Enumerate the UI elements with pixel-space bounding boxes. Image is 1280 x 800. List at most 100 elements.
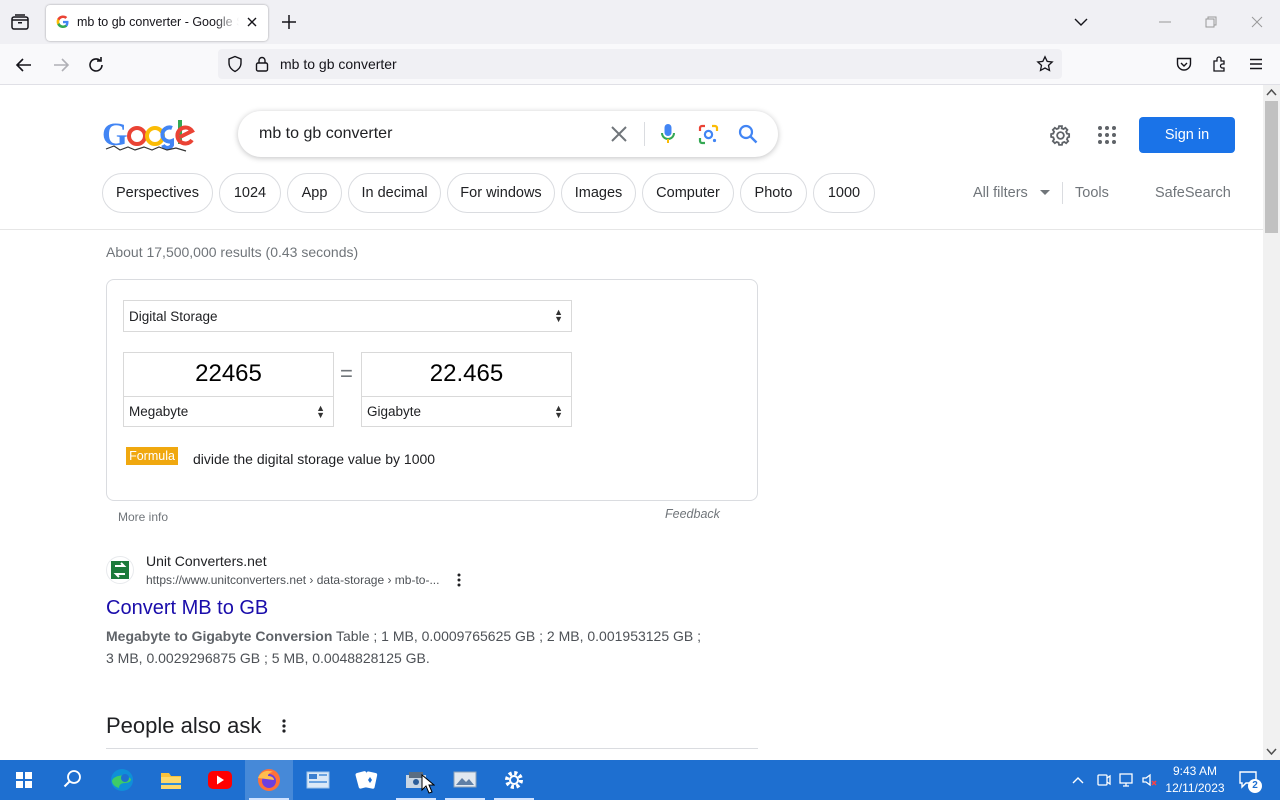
restore-window-icon[interactable]	[1203, 14, 1219, 30]
shield-icon[interactable]	[226, 55, 244, 73]
from-value-input[interactable]: 22465	[123, 352, 334, 396]
result-site-name[interactable]: Unit Converters.net	[146, 553, 267, 569]
windows-start-icon[interactable]	[0, 760, 48, 800]
scroll-down-arrow-icon[interactable]	[1266, 748, 1277, 756]
taskbar-clock[interactable]: 9:43 AM 12/11/2023	[1160, 763, 1230, 797]
equals-sign: =	[340, 361, 353, 386]
search-input[interactable]: mb to gb converter	[259, 125, 392, 143]
safesearch-button[interactable]: SafeSearch	[1155, 185, 1231, 201]
meet-now-icon[interactable]	[1096, 772, 1112, 788]
sign-in-button[interactable]: Sign in	[1139, 117, 1235, 153]
file-explorer-icon[interactable]	[147, 760, 195, 800]
list-tabs-chevron-down-icon[interactable]	[1073, 14, 1089, 30]
clock-time: 9:43 AM	[1172, 764, 1218, 778]
people-also-ask-menu-dots-icon[interactable]	[280, 718, 288, 734]
menu-icon[interactable]	[1247, 55, 1265, 73]
close-window-icon[interactable]	[1249, 14, 1265, 30]
settings-gear-icon[interactable]	[1049, 124, 1072, 147]
chip-in-decimal[interactable]: In decimal	[348, 173, 441, 213]
new-tab-icon[interactable]	[280, 13, 298, 31]
select-arrows-icon: ▲ ▼	[554, 403, 563, 420]
scrollbar-thumb[interactable]	[1265, 101, 1278, 233]
more-info-link[interactable]: More info	[118, 510, 168, 524]
page-scrollbar[interactable]	[1263, 85, 1280, 760]
tools-button[interactable]: Tools	[1075, 185, 1109, 201]
more-options-vertical-dots-icon[interactable]	[455, 573, 463, 587]
formula-text: divide the digital storage value by 1000	[193, 451, 436, 467]
youtube-icon[interactable]	[196, 760, 244, 800]
edge-browser-icon[interactable]	[98, 760, 146, 800]
from-unit-value: Megabyte	[129, 404, 189, 419]
to-unit-select[interactable]: Gigabyte ▲ ▼	[361, 396, 572, 427]
volume-muted-icon[interactable]	[1141, 772, 1159, 788]
all-filters-label: All filters	[973, 185, 1028, 201]
chip-for-windows[interactable]: For windows	[447, 173, 555, 213]
category-select-value: Digital Storage	[129, 309, 218, 324]
back-arrow-icon[interactable]	[14, 55, 34, 75]
all-filters-button[interactable]: All filters	[973, 185, 1050, 201]
system-image-icon[interactable]	[441, 760, 489, 800]
firefox-icon[interactable]	[245, 760, 293, 800]
result-site-url[interactable]: https://www.unitconverters.net › data-st…	[146, 573, 439, 587]
browser-nav-bar: mb to gb converter	[0, 44, 1280, 85]
svg-text:G: G	[102, 117, 128, 153]
clock-date: 12/11/2023	[1165, 781, 1225, 795]
minimize-window-icon[interactable]	[1157, 14, 1173, 30]
voice-search-mic-icon[interactable]	[660, 123, 676, 145]
category-select[interactable]: Digital Storage ▲ ▼	[123, 300, 572, 332]
people-also-ask-heading: People also ask	[106, 713, 262, 738]
url-text[interactable]: mb to gb converter	[280, 56, 397, 72]
windows-taskbar: 9:43 AM 12/11/2023 2	[0, 760, 1280, 800]
control-panel-icon[interactable]	[294, 760, 342, 800]
chip-1024[interactable]: 1024	[219, 173, 281, 213]
pocket-icon[interactable]	[1175, 55, 1193, 73]
bookmark-star-icon[interactable]	[1036, 55, 1054, 73]
chip-perspectives[interactable]: Perspectives	[102, 173, 213, 213]
browser-tab[interactable]: mb to gb converter - Google Search	[46, 5, 268, 41]
select-arrows-icon: ▲ ▼	[316, 403, 325, 420]
search-box[interactable]: mb to gb converter	[238, 111, 778, 157]
show-hidden-icons-chevron-up-icon[interactable]	[1071, 773, 1085, 787]
chip-1000[interactable]: 1000	[813, 173, 875, 213]
from-unit-select[interactable]: Megabyte ▲ ▼	[123, 396, 334, 427]
header-divider	[0, 229, 1263, 230]
to-unit-value: Gigabyte	[367, 404, 422, 419]
select-arrows-icon: ▲ ▼	[554, 307, 563, 324]
chip-computer[interactable]: Computer	[642, 173, 734, 213]
search-magnifier-icon[interactable]	[738, 124, 758, 144]
browser-tab-bar: mb to gb converter - Google Search	[0, 0, 1280, 44]
address-bar[interactable]: mb to gb converter	[218, 49, 1062, 79]
google-lens-icon[interactable]	[698, 124, 719, 145]
search-icon[interactable]	[48, 760, 96, 800]
result-stats: About 17,500,000 results (0.43 seconds)	[106, 244, 359, 260]
chip-app[interactable]: App	[287, 173, 342, 213]
formula-badge: Formula	[126, 447, 178, 465]
mouse-cursor-icon	[421, 774, 435, 794]
clear-search-icon[interactable]	[610, 125, 628, 143]
result-title-link[interactable]: Convert MB to GB	[106, 597, 268, 620]
forward-arrow-icon[interactable]	[51, 55, 71, 75]
caret-down-icon	[1039, 190, 1050, 196]
extensions-icon[interactable]	[1211, 55, 1229, 73]
people-also-ask-divider	[106, 748, 758, 749]
tools-divider	[1062, 182, 1063, 204]
snippet-bold: Megabyte to Gigabyte Conversion	[106, 628, 333, 644]
result-snippet: Megabyte to Gigabyte Conversion Table ; …	[106, 625, 706, 669]
chip-photo[interactable]: Photo	[740, 173, 807, 213]
search-box-divider	[644, 122, 645, 146]
close-tab-icon[interactable]	[244, 14, 260, 30]
feedback-link[interactable]: Feedback	[665, 507, 720, 521]
network-icon[interactable]	[1118, 772, 1136, 788]
solitaire-cards-icon[interactable]	[343, 760, 391, 800]
google-apps-grid-icon[interactable]	[1097, 125, 1117, 145]
lock-icon[interactable]	[254, 55, 270, 73]
settings-gear-icon[interactable]	[490, 760, 538, 800]
to-value-input[interactable]: 22.465	[361, 352, 572, 396]
google-doodle-logo[interactable]: G	[100, 116, 196, 154]
scroll-up-arrow-icon[interactable]	[1266, 88, 1277, 96]
chip-images[interactable]: Images	[561, 173, 636, 213]
google-favicon-icon	[56, 15, 70, 29]
reload-icon[interactable]	[86, 55, 106, 75]
tab-title: mb to gb converter - Google Search	[77, 15, 239, 29]
tab-overview-icon[interactable]	[10, 12, 30, 32]
